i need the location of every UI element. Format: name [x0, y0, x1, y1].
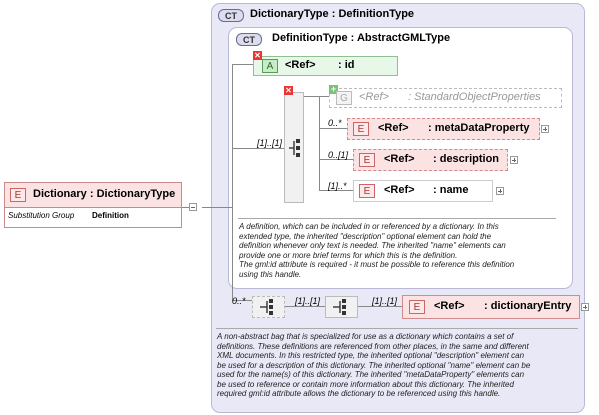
expand-icon[interactable] — [510, 156, 518, 164]
attr-name: : id — [338, 59, 355, 71]
sequence-icon — [260, 299, 273, 315]
description-line: A definition, which can be included in o… — [239, 222, 499, 231]
description-line: provide one or more brief terms for whic… — [239, 250, 458, 260]
connector-line — [232, 64, 233, 300]
dictionary-sep: : — [89, 188, 94, 200]
description-line: definition whenever only text is needed.… — [239, 241, 506, 250]
description-line: required gml:id attribute allows the dic… — [217, 389, 501, 398]
child-name: : name — [433, 184, 469, 196]
dictionary-type: DictionaryType — [96, 188, 176, 200]
expand-icon[interactable] — [581, 303, 589, 311]
optional-marker-icon: ✕ — [284, 86, 293, 95]
connector-line — [202, 207, 232, 208]
complex-type-badge-icon: CT — [218, 9, 244, 22]
description-line: XML documents. In this restricted type, … — [217, 351, 525, 360]
child-name: : description — [433, 153, 500, 165]
inner-base-type: AbstractGMLType — [356, 32, 451, 44]
definitiontype-title: DefinitionType : AbstractGMLType — [272, 32, 450, 44]
element-badge-icon: E — [359, 184, 375, 198]
outer-base-type: DefinitionType — [338, 8, 415, 20]
description-line: extended type, the inherited "descriptio… — [239, 231, 492, 241]
entry-sequence-cardinality: [1]..[1] — [295, 296, 321, 306]
connector-line — [358, 306, 402, 307]
child-cardinality: 0..[1] — [328, 150, 349, 160]
dictionary-title: Dictionary : DictionaryType — [33, 188, 175, 200]
group-name: : StandardObjectProperties — [408, 91, 541, 103]
collapse-icon[interactable] — [189, 203, 197, 211]
sequence-icon — [333, 299, 346, 315]
substitution-group-value: Definition — [92, 211, 129, 220]
attr-ref: <Ref> — [285, 59, 316, 71]
connector-line — [319, 128, 347, 129]
connector-line — [232, 148, 284, 149]
expand-icon[interactable] — [541, 125, 549, 133]
outer-type-name: DictionaryType — [250, 8, 329, 20]
element-badge-icon: E — [353, 122, 369, 136]
entry-ref: <Ref> — [434, 300, 465, 312]
child-ref: <Ref> — [384, 184, 415, 196]
substitution-group-label: Substitution Group — [8, 211, 75, 220]
description-divider — [238, 218, 556, 219]
complex-type-badge-icon: CT — [236, 33, 262, 46]
element-badge-icon: E — [10, 188, 26, 202]
dictionarytype-description: A non-abstract bag that is specialized f… — [217, 332, 583, 399]
element-badge-icon: E — [359, 153, 375, 167]
child-name: : metaDataProperty — [428, 122, 530, 134]
description-line: definitions. These definitions are refer… — [217, 341, 529, 351]
group-ref: <Ref> — [359, 91, 389, 103]
dictionarytype-title: DictionaryType : DefinitionType — [250, 8, 414, 20]
description-line: using this handle. — [239, 269, 302, 279]
connector-line — [319, 96, 320, 190]
child-cardinality: [1]..* — [328, 181, 347, 191]
attribute-badge-icon: A — [262, 59, 278, 73]
inner-type-name: DefinitionType — [272, 32, 348, 44]
connector-line — [303, 96, 329, 97]
child-ref: <Ref> — [378, 122, 409, 134]
child-ref: <Ref> — [384, 153, 415, 165]
definitiontype-description: A definition, which can be included in o… — [239, 222, 569, 279]
inner-type-sep: : — [350, 32, 355, 44]
connector-line — [285, 306, 325, 307]
optional-marker-icon: ✕ — [253, 51, 262, 60]
description-line: A non-abstract bag that is specialized f… — [217, 332, 514, 341]
child-cardinality: 0..* — [328, 118, 342, 128]
group-badge-icon: G — [336, 91, 352, 105]
description-line: The gml:id attribute is required - it mu… — [239, 260, 515, 269]
description-line: be used to reference or contain more inf… — [217, 379, 514, 389]
description-line: be used for a description of this dictio… — [217, 360, 531, 370]
dictionary-name: Dictionary — [33, 188, 87, 200]
element-badge-icon: E — [409, 300, 425, 314]
connector-line — [232, 64, 254, 65]
description-divider — [216, 328, 578, 329]
description-line: used for the name(s) of this dictionary.… — [217, 370, 525, 379]
expand-icon[interactable] — [496, 187, 504, 195]
sequence-cardinality: [1]..[1] — [257, 138, 283, 148]
sequence-icon — [289, 139, 300, 157]
entry-element-cardinality: [1]..[1] — [372, 296, 398, 306]
entry-outer-cardinality: 0..* — [232, 296, 246, 306]
entry-name: : dictionaryEntry — [484, 300, 572, 312]
outer-type-sep: : — [331, 8, 336, 20]
